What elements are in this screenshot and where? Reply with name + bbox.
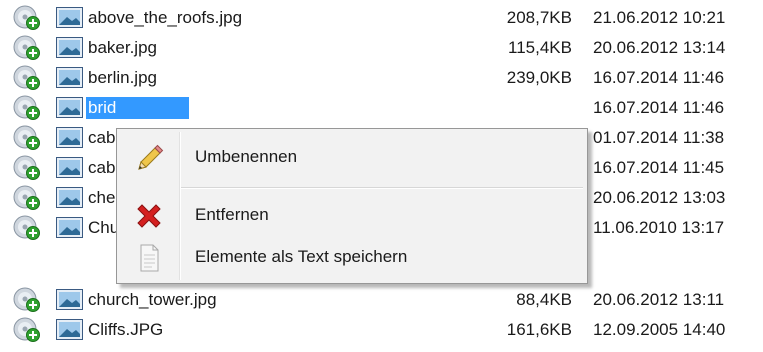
menu-item-label: Elemente als Text speichern [195, 247, 408, 266]
menu-separator [181, 187, 583, 189]
file-date: 20.06.2012 13:14 [593, 38, 726, 57]
menu-item-label: Entfernen [195, 205, 269, 224]
context-menu: Umbenennen Entfernen Elemente als Text s… [116, 128, 588, 284]
image-file-icon [56, 37, 83, 58]
file-name: baker.jpg [88, 38, 157, 57]
file-size: 239,0KB [506, 68, 572, 87]
cd-add-icon [13, 317, 40, 342]
image-file-icon [56, 217, 83, 238]
file-date: 16.07.2014 11:46 [593, 98, 725, 117]
file-name: Cliffs.JPG [88, 320, 164, 339]
file-date: 16.07.2014 11:46 [593, 68, 725, 87]
document-icon [140, 244, 159, 272]
pencil-icon [138, 144, 164, 170]
image-file-icon [56, 157, 83, 178]
cd-add-icon [13, 95, 40, 120]
file-name: berlin.jpg [88, 68, 157, 87]
cd-add-icon [13, 65, 40, 90]
image-file-icon [56, 319, 83, 340]
menu-item-save-as-text[interactable]: Elemente als Text speichern [119, 237, 583, 277]
file-row[interactable]: berlin.jpg 239,0KB 16.07.2014 11:46 [0, 62, 763, 92]
file-row[interactable]: church_tower.jpg 88,4KB 20.06.2012 13:11 [0, 284, 763, 314]
cd-add-icon [13, 155, 40, 180]
file-name: brid [86, 97, 189, 119]
file-name: above_the_roofs.jpg [88, 8, 243, 27]
file-date: 21.06.2012 10:21 [593, 8, 726, 27]
image-file-icon [56, 7, 83, 28]
file-date: 11.06.2010 13:17 [593, 218, 725, 237]
file-row[interactable]: baker.jpg 115,4KB 20.06.2012 13:14 [0, 32, 763, 62]
image-file-icon [56, 187, 83, 208]
cd-add-icon [13, 287, 40, 312]
cd-add-icon [13, 35, 40, 60]
cd-add-icon [13, 215, 40, 240]
file-date: 16.07.2014 11:45 [593, 158, 725, 177]
image-file-icon [56, 289, 83, 310]
cd-add-icon [13, 185, 40, 210]
file-size: 208,7KB [506, 8, 572, 27]
red-x-icon [137, 204, 161, 228]
file-name: che [88, 188, 116, 207]
file-row[interactable]: brid 16.07.2014 11:46 [0, 92, 763, 122]
file-row[interactable]: above_the_roofs.jpg 208,7KB 21.06.2012 1… [0, 2, 763, 32]
cd-add-icon [13, 125, 40, 150]
file-date: 01.07.2014 11:38 [593, 128, 725, 147]
file-size: 161,6KB [506, 320, 572, 339]
file-size: 115,4KB [508, 38, 572, 57]
file-name: cab [88, 128, 116, 147]
menu-item-remove[interactable]: Entfernen [119, 195, 583, 235]
file-name: cab [88, 158, 116, 177]
menu-item-label: Umbenennen [195, 147, 298, 166]
file-date: 20.06.2012 13:03 [593, 188, 726, 207]
file-name: church_tower.jpg [88, 290, 217, 309]
image-file-icon [56, 127, 83, 148]
file-row[interactable]: Cliffs.JPG 161,6KB 12.09.2005 14:40 [0, 314, 763, 344]
file-date: 20.06.2012 13:11 [593, 290, 725, 309]
image-file-icon [56, 67, 83, 88]
cd-add-icon [13, 5, 40, 30]
file-size: 88,4KB [516, 290, 572, 309]
file-date: 12.09.2005 14:40 [593, 320, 726, 339]
menu-item-rename[interactable]: Umbenennen [119, 137, 583, 177]
image-file-icon [56, 97, 83, 118]
